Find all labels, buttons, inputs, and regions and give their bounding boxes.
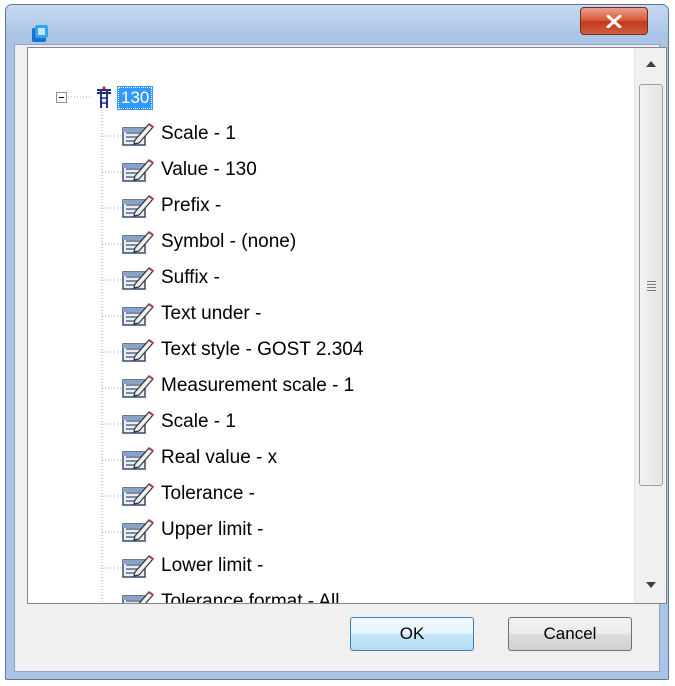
- tree-node-label: Tolerance format - All: [161, 591, 340, 604]
- property-icon: [121, 265, 155, 296]
- tree-node-label: Symbol - (none): [161, 231, 297, 252]
- property-icon: [121, 589, 155, 603]
- property-icon: [121, 193, 155, 224]
- scroll-thumb[interactable]: [639, 84, 663, 486]
- scroll-up-button[interactable]: [635, 48, 666, 82]
- tree-node-label: Text under -: [161, 303, 262, 324]
- scroll-down-button[interactable]: [635, 569, 666, 603]
- tree-node-label: Suffix -: [161, 267, 220, 288]
- close-button[interactable]: [580, 7, 648, 35]
- vertical-scrollbar[interactable]: [634, 48, 666, 603]
- app-icon: [32, 25, 48, 42]
- tree-node-label: Upper limit -: [161, 519, 264, 540]
- property-icon: [121, 121, 155, 152]
- arrow-down-icon: [646, 582, 656, 588]
- property-icon: [121, 337, 155, 368]
- dialog-body: 130 Scale - 1 Value - 130 Prefix - Symbol -…: [14, 44, 667, 672]
- property-icon: [121, 373, 155, 404]
- ok-button[interactable]: OK: [350, 617, 474, 651]
- tree-node-label: Scale - 1: [161, 123, 236, 144]
- dialog-window: 130 Scale - 1 Value - 130 Prefix - Symbol -…: [5, 4, 669, 680]
- tree-node-label: Real value - x: [161, 447, 278, 468]
- tree-connector-lines: [68, 96, 122, 603]
- tree-node-label: Scale - 1: [161, 411, 236, 432]
- properties-tree[interactable]: 130 Scale - 1 Value - 130 Prefix - Symbol -…: [27, 47, 667, 604]
- property-icon: [121, 553, 155, 584]
- tree-node-label: Text style - GOST 2.304: [161, 339, 364, 360]
- tree-node-label: Lower limit -: [161, 555, 264, 576]
- property-icon: [121, 157, 155, 188]
- cancel-button[interactable]: Cancel: [508, 617, 632, 651]
- property-icon: [121, 481, 155, 512]
- tree-node-label: Value - 130: [161, 159, 257, 180]
- dimension-icon: [97, 86, 111, 108]
- tree-node-label: Prefix -: [161, 195, 222, 216]
- property-icon: [121, 229, 155, 260]
- arrow-up-icon: [646, 61, 656, 67]
- close-icon: [606, 15, 622, 28]
- title-bar[interactable]: [6, 5, 668, 42]
- property-icon: [121, 445, 155, 476]
- collapse-toggle[interactable]: [56, 92, 67, 103]
- grip-icon: [647, 281, 656, 293]
- property-icon: [121, 301, 155, 332]
- tree-node-label: Measurement scale - 1: [161, 375, 355, 396]
- tree-node-label: Tolerance -: [161, 483, 255, 504]
- property-icon: [121, 409, 155, 440]
- tree-root-label[interactable]: 130: [116, 86, 154, 110]
- property-icon: [121, 517, 155, 548]
